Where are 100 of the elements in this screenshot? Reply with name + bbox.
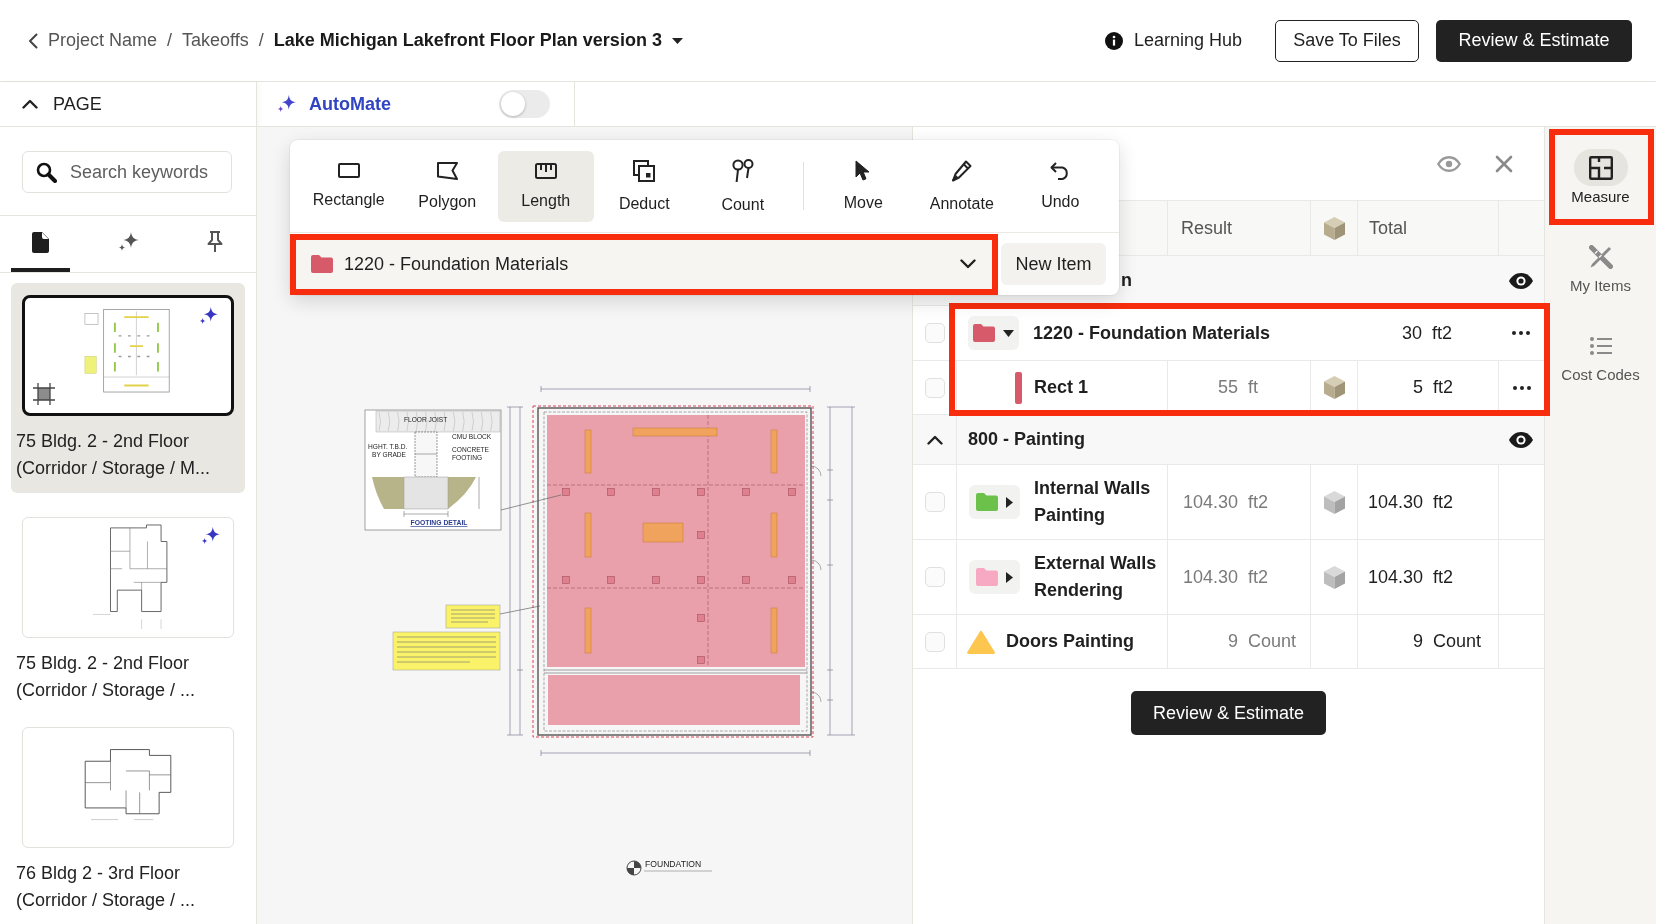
unit-label: ft2	[1433, 377, 1453, 398]
plan-title: FOUNDATION	[645, 859, 702, 869]
quantity-value: 104.30	[1182, 566, 1238, 588]
unit-label: ft	[1248, 377, 1258, 398]
page-caption: 76 Bldg 2 - 3rd Floor (Corridor / Storage / ...	[15, 862, 197, 912]
pen-icon	[951, 159, 973, 182]
cursor-icon	[855, 160, 872, 181]
column-header: Total	[1368, 217, 1408, 239]
breadcrumb-link[interactable]: Takeoffs	[182, 30, 249, 51]
page-caption: 75 Bldg. 2 - 2nd Floor (Corridor / Storage / ...	[15, 652, 197, 702]
item-name: 1220 - Foundation Materials	[1033, 321, 1271, 345]
tool-button[interactable]: Annotate	[914, 150, 1010, 222]
plan-tag	[584, 607, 592, 654]
item-name: Internal Walls Painting	[1034, 477, 1152, 527]
overlapping-squares-icon	[633, 159, 656, 182]
secondary-button[interactable]: Save To Files	[1275, 19, 1419, 62]
chevron-left-icon[interactable]	[28, 32, 38, 49]
primary-button[interactable]: Review & Estimate	[1131, 691, 1326, 735]
breadcrumb-current[interactable]: Lake Michigan Lakefront Floor Plan version 3	[273, 30, 683, 51]
item-name: External Walls Rendering	[1034, 552, 1158, 602]
list-icon	[1589, 336, 1612, 355]
plan-tag	[770, 512, 778, 558]
folder-toggle[interactable]	[968, 316, 1019, 350]
help-link[interactable]: Learning Hub	[1104, 30, 1242, 51]
page-card[interactable]: 76 Bldg 2 - 3rd Floor (Corridor / Storage / ...	[11, 715, 245, 924]
leader-line	[499, 605, 541, 615]
ruler-pencil-icon	[1588, 244, 1613, 269]
info-icon	[1104, 31, 1123, 50]
unit-label: Count	[1433, 631, 1482, 652]
plan-tag	[584, 512, 592, 558]
close-icon[interactable]	[1495, 154, 1513, 173]
cube-icon	[1323, 216, 1345, 240]
more-icon[interactable]	[1512, 385, 1531, 390]
sparkle-icon	[277, 94, 297, 114]
page-card[interactable]: 75 Bldg. 2 - 2nd Floor (Corridor / Storage / ...	[11, 505, 245, 715]
ruler-icon	[534, 162, 557, 179]
plan-tag	[642, 522, 684, 543]
tool-button[interactable]: Move	[815, 150, 911, 222]
more-icon[interactable]	[1512, 331, 1530, 335]
unit-label: ft2	[1248, 566, 1268, 588]
chevron-up-icon[interactable]	[22, 99, 38, 109]
plan-tag	[770, 607, 778, 654]
pins-icon	[731, 158, 754, 183]
row-checkbox[interactable]	[924, 631, 945, 652]
unit-label: Count	[1248, 631, 1297, 652]
item-dropdown[interactable]: 1220 - Foundation Materials	[296, 239, 992, 289]
new-item-button[interactable]: New Item	[1001, 243, 1106, 285]
row-checkbox[interactable]	[924, 492, 945, 512]
rail-button[interactable]: Cost Codes	[1545, 318, 1656, 383]
folder-toggle[interactable]	[969, 485, 1020, 519]
item-name: Rect 1	[1034, 376, 1089, 399]
rail-button[interactable]: My Items	[1545, 229, 1656, 294]
unit-label: ft2	[1433, 491, 1453, 513]
floor-plan-icon	[1588, 155, 1613, 180]
leader-line	[500, 494, 562, 511]
breadcrumb-separator: /	[258, 30, 264, 51]
chevron-down-icon	[960, 259, 976, 269]
column-header: Result	[1180, 217, 1233, 239]
quantity-value: 30	[1401, 322, 1422, 344]
row-checkbox[interactable]	[924, 567, 945, 587]
quantity-value: 9	[1228, 631, 1238, 652]
group-title: 800 - Painting	[968, 429, 1086, 450]
automate-label: AutoMate	[309, 93, 391, 115]
plan-tag	[770, 429, 778, 474]
document-icon	[32, 231, 49, 253]
section-title: PAGE	[53, 93, 102, 115]
folder-toggle[interactable]	[969, 560, 1020, 594]
page-caption: 75 Bldg. 2 - 2nd Floor (Corridor / Storage / M...	[15, 430, 212, 480]
tool-button[interactable]: Count	[695, 150, 791, 222]
chevron-up-icon[interactable]	[926, 434, 943, 445]
eye-icon[interactable]	[1509, 272, 1533, 289]
group-title: n	[1121, 270, 1132, 291]
row-checkbox[interactable]	[924, 323, 945, 343]
quantity-value: 104.30	[1367, 566, 1423, 588]
search-field[interactable]: Search keywords	[22, 151, 232, 193]
toggle-switch[interactable]	[499, 90, 550, 118]
rectangle-icon	[337, 163, 360, 178]
section-marker-icon	[626, 860, 642, 876]
tool-button[interactable]: Length	[498, 150, 594, 222]
tool-button[interactable]: Undo	[1012, 150, 1108, 222]
tool-button[interactable]: Polygon	[399, 150, 495, 222]
breadcrumb-link[interactable]: Project Name	[48, 30, 158, 51]
eye-icon[interactable]	[1509, 431, 1533, 448]
item-name: Doors Painting	[1006, 630, 1134, 653]
quantity-value: 9	[1413, 631, 1423, 652]
primary-button[interactable]: Review & Estimate	[1436, 19, 1632, 62]
polygon-icon	[436, 161, 458, 180]
undo-icon	[1050, 161, 1071, 180]
unit-label: ft2	[1248, 491, 1268, 513]
page-card[interactable]: 75 Bldg. 2 - 2nd Floor (Corridor / Storage / M...	[11, 283, 245, 493]
tool-button[interactable]: Deduct	[596, 150, 692, 222]
breadcrumb-separator: /	[167, 30, 173, 51]
quantity-value: 104.30	[1367, 491, 1423, 513]
row-checkbox[interactable]	[924, 377, 945, 398]
tool-button[interactable]: Rectangle	[301, 150, 397, 222]
caret-down-icon	[671, 37, 683, 44]
note-box	[445, 604, 501, 629]
quantity-value: 5	[1413, 377, 1423, 398]
quantity-value: 55	[1217, 377, 1238, 398]
rail-button[interactable]: Measure	[1545, 140, 1656, 205]
